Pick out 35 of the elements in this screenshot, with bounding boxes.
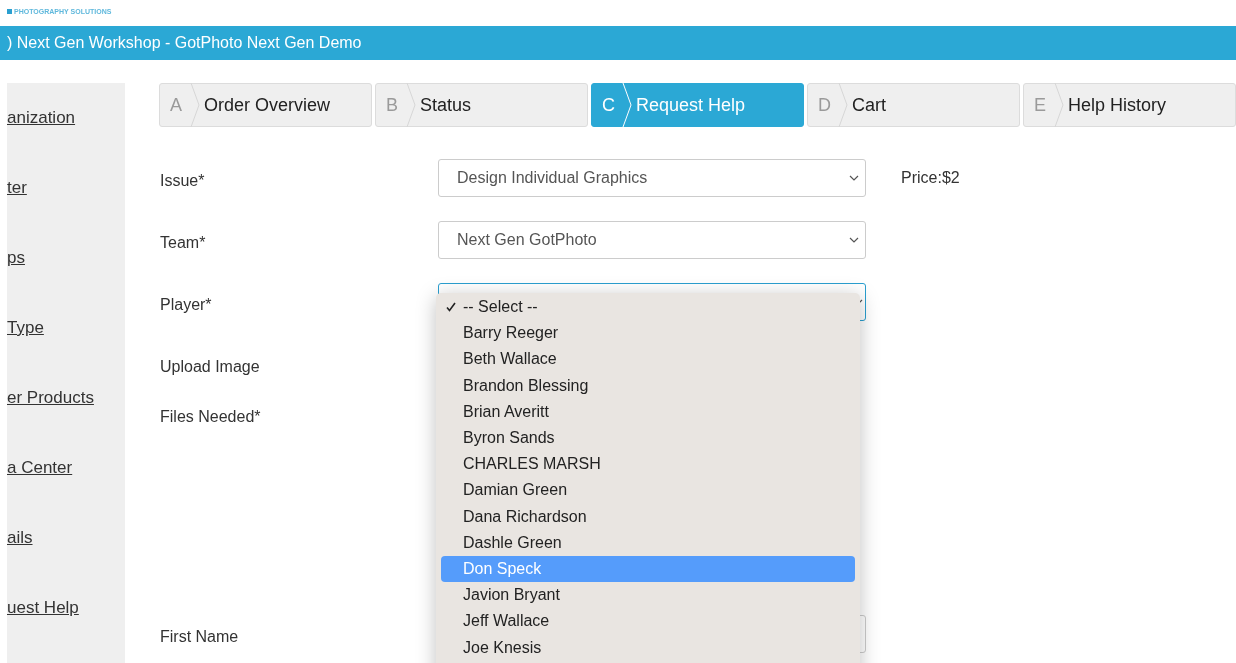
field-label: Issue* — [160, 171, 206, 191]
field-label: Files Needed* — [160, 407, 262, 427]
field-label: Player* — [160, 295, 213, 315]
dropdown-option[interactable]: Javion Bryant — [441, 582, 855, 609]
sidebar-link[interactable]: anization — [7, 107, 125, 128]
dropdown-option[interactable]: -- Select -- — [441, 294, 855, 321]
sidebar-link[interactable]: a Center — [7, 457, 125, 478]
sidebar-link[interactable]: er Products — [7, 387, 125, 408]
price-text: Price:$2 — [901, 168, 960, 188]
sidebar-link[interactable]: uest Help — [7, 597, 125, 618]
step-tab[interactable]: A Order Overview — [159, 83, 372, 127]
dropdown-option[interactable]: Dashle Green — [441, 529, 855, 556]
sidebar-link[interactable]: Type — [7, 317, 125, 338]
step-tab[interactable]: B Status — [375, 83, 588, 127]
select-field[interactable]: Design Individual Graphics — [438, 159, 866, 197]
dropdown-option[interactable]: Damian Green — [441, 477, 855, 504]
dropdown-option[interactable]: CHARLES MARSH — [441, 451, 855, 478]
dropdown-option[interactable]: Byron Sands — [441, 424, 855, 452]
dropdown-option[interactable]: Barry Reeger — [441, 320, 855, 347]
dropdown-option[interactable]: Jeff Wallace — [441, 608, 855, 635]
dropdown-option[interactable]: Dana Richardson — [441, 503, 855, 530]
dropdown-option[interactable]: Brian Averitt — [441, 398, 855, 425]
dropdown-option[interactable]: Beth Wallace — [441, 346, 855, 373]
sidebar-link[interactable]: ter — [7, 177, 125, 198]
step-tab[interactable]: E Help History — [1023, 83, 1236, 127]
step-tab[interactable]: D Cart — [807, 83, 1020, 127]
select-field[interactable]: Next Gen GotPhoto — [438, 221, 866, 259]
dropdown-option[interactable]: Joe Knesis — [441, 634, 855, 661]
sidebar-link[interactable]: ails — [7, 527, 125, 548]
field-label: First Name — [160, 627, 240, 647]
sidebar-link[interactable]: ps — [7, 247, 125, 268]
title-banner: ) Next Gen Workshop - GotPhoto Next Gen Demo — [0, 26, 1236, 60]
field-label: Upload Image — [160, 357, 261, 377]
dropdown-option[interactable]: Brandon Blessing — [441, 372, 855, 399]
field-label: Team* — [160, 233, 207, 253]
